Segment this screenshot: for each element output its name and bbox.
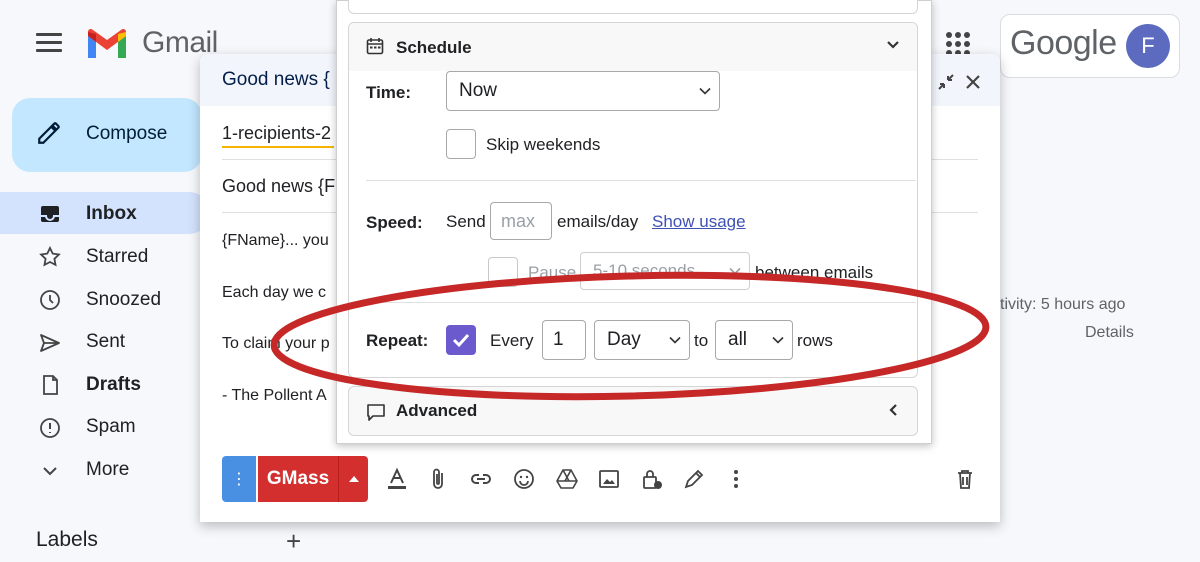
send-label: Send [446, 212, 486, 231]
time-select-value: Now [459, 80, 498, 101]
sidebar-item-label[interactable]: Spam [86, 416, 136, 438]
speed-label: Speed: [366, 213, 423, 232]
to-underline [222, 146, 334, 148]
main-menu-icon[interactable] [36, 33, 62, 53]
avatar[interactable]: F [1126, 24, 1170, 68]
google-wordmark: Google [1010, 24, 1117, 62]
skip-weekends-label: Skip weekends [486, 135, 601, 154]
draft-icon [43, 375, 58, 395]
text-format-icon[interactable] [385, 467, 409, 491]
show-usage-link[interactable]: Show usage [652, 212, 746, 232]
details-link[interactable]: Details [1085, 324, 1134, 342]
star-icon [39, 245, 61, 267]
inbox-icon [41, 206, 59, 222]
time-select[interactable]: Now [446, 71, 720, 111]
sidebar-item-label[interactable]: More [86, 459, 129, 481]
schedule-title: Schedule [396, 38, 472, 57]
clock-icon [40, 290, 60, 310]
sidebar-item-label[interactable]: Starred [86, 246, 148, 268]
sidebar-item-label[interactable]: Snoozed [86, 289, 161, 311]
last-activity-text: ctivity: 5 hours ago [992, 296, 1126, 313]
apps-grid-icon[interactable] [946, 32, 970, 56]
insert-photo-icon[interactable] [597, 467, 621, 491]
max-emails-placeholder: max [501, 210, 536, 231]
send-icon [40, 334, 60, 352]
attach-icon[interactable] [426, 467, 450, 491]
skip-weekends-checkbox[interactable] [446, 129, 476, 159]
highlight-oval [270, 271, 990, 401]
comment-icon [367, 404, 385, 421]
close-icon[interactable] [964, 73, 982, 91]
link-icon[interactable] [469, 467, 493, 491]
time-label: Time: [366, 83, 412, 102]
spam-icon [40, 418, 60, 438]
gmail-logo-icon [88, 28, 126, 58]
max-emails-input[interactable]: max [490, 202, 552, 240]
divider [366, 180, 916, 181]
body-line[interactable]: {FName}... you [222, 232, 329, 250]
emails-per-day-label: emails/day [557, 212, 639, 231]
sidebar-item-label[interactable]: Drafts [86, 374, 141, 396]
confidential-mode-icon[interactable] [640, 467, 664, 491]
trash-icon[interactable] [953, 467, 977, 491]
compose-label: Compose [86, 123, 168, 144]
subject-field[interactable]: Good news {F [222, 176, 335, 197]
signature-icon[interactable] [682, 467, 706, 491]
gmass-settings-button[interactable]: ⋮ [222, 456, 256, 502]
add-label-icon[interactable]: + [286, 526, 301, 557]
to-field[interactable]: 1-recipients-2 [222, 123, 331, 144]
gmass-send-button[interactable]: GMass [258, 456, 338, 502]
pencil-icon [38, 122, 60, 144]
chevron-down-icon [43, 467, 57, 476]
sidebar-item-label[interactable]: Sent [86, 331, 125, 353]
caret-up-icon [348, 476, 359, 482]
previous-section-box [348, 0, 918, 14]
chevron-left-icon[interactable] [888, 403, 898, 417]
calendar-icon [366, 38, 384, 55]
advanced-title: Advanced [396, 401, 478, 420]
chevron-down-icon[interactable] [886, 40, 900, 50]
labels-heading: Labels [36, 528, 98, 551]
gmass-options-button[interactable] [338, 456, 368, 502]
emoji-icon[interactable] [512, 467, 536, 491]
chevron-down-icon [699, 87, 711, 95]
drive-icon[interactable] [555, 467, 579, 491]
compose-title: Good news { [222, 69, 330, 90]
more-options-icon[interactable] [724, 467, 748, 491]
sidebar-item-label: Inbox [86, 203, 137, 224]
exit-fullscreen-icon[interactable] [936, 72, 956, 92]
